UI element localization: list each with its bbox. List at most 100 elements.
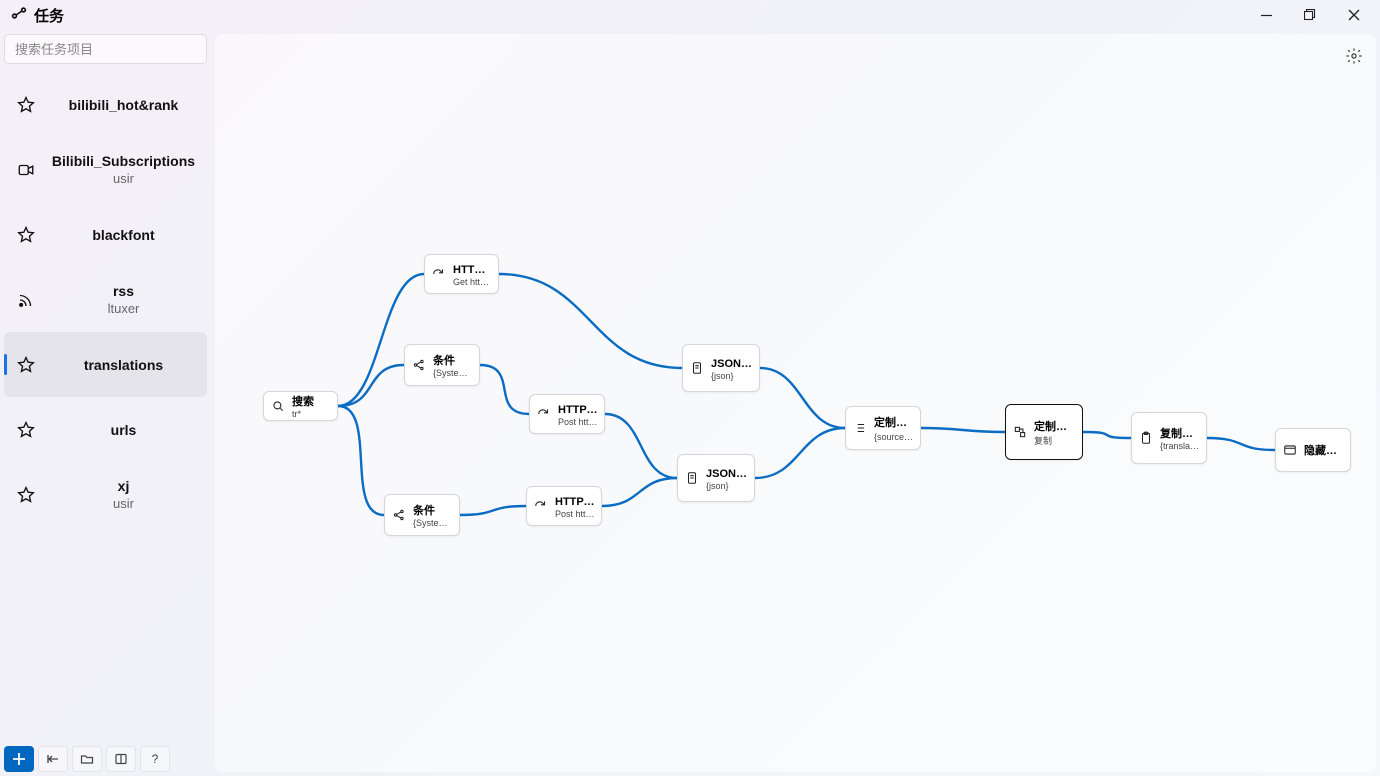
node-cond2[interactable]: 条件 {System.Text.En — [384, 494, 460, 536]
titlebar-left: 任务 — [4, 4, 64, 27]
arrow-redo-icon — [536, 406, 552, 422]
custom-icon — [1012, 424, 1028, 440]
node-title: JSON 处理 — [706, 465, 748, 481]
task-subtitle: usir — [48, 496, 199, 511]
sidebar-item-1[interactable]: Bilibili_Subscriptions usir — [4, 137, 207, 202]
star-icon — [12, 486, 40, 504]
search-icon — [270, 398, 286, 414]
task-title: xj — [48, 478, 199, 494]
node-subtitle: Post http://159. — [558, 417, 598, 427]
task-text: rss ltuxer — [48, 283, 199, 316]
star-icon — [12, 96, 40, 114]
app-icon — [10, 4, 28, 27]
app-title: 任务 — [34, 5, 64, 26]
node-text: 隐藏窗口 — [1304, 442, 1344, 458]
task-text: Bilibili_Subscriptions usir — [48, 153, 199, 186]
node-text: JSON 处理 {json} — [706, 465, 748, 491]
task-title: Bilibili_Subscriptions — [48, 153, 199, 169]
node-subtitle: {json} — [711, 371, 753, 381]
node-hide[interactable]: 隐藏窗口 — [1275, 428, 1351, 472]
bottom-toolbar: ? — [0, 744, 211, 776]
node-subtitle: {json} — [706, 481, 748, 491]
node-subtitle: 复制 — [1034, 434, 1076, 447]
task-text: translations — [48, 357, 199, 373]
node-custres[interactable]: 定制结果 {source}：{trans — [845, 406, 921, 450]
node-title: 定制结果 — [874, 414, 914, 430]
node-text: 搜索 tr* — [292, 393, 314, 419]
share-icon — [391, 507, 407, 523]
open-folder-button[interactable] — [72, 746, 102, 772]
node-title: HTTP 动作 — [453, 261, 492, 277]
share-icon — [411, 357, 427, 373]
node-json1[interactable]: JSON 处理 {json} — [682, 344, 760, 392]
node-text: 复制文本 {translatedResu — [1160, 425, 1200, 451]
task-title: translations — [48, 357, 199, 373]
node-cond1[interactable]: 条件 {System.Text.En — [404, 344, 480, 386]
task-title: rss — [48, 283, 199, 299]
sidebar-item-3[interactable]: rss ltuxer — [4, 267, 207, 332]
node-copy[interactable]: 复制文本 {translatedResu — [1131, 412, 1207, 464]
node-text: HTTP 动作 Post http://159. — [555, 493, 595, 519]
task-text: bilibili_hot&rank — [48, 97, 199, 113]
node-custact[interactable]: 定制动作 复制 — [1005, 404, 1083, 460]
task-text: blackfont — [48, 227, 199, 243]
search-input[interactable] — [4, 34, 207, 64]
task-text: urls — [48, 422, 199, 438]
doc-icon — [684, 470, 700, 486]
sidebar-item-0[interactable]: bilibili_hot&rank — [4, 72, 207, 137]
star-icon — [12, 421, 40, 439]
node-subtitle: {System.Text.En — [433, 368, 473, 378]
list-icon — [852, 420, 868, 436]
import-button[interactable] — [38, 746, 68, 772]
node-title: 定制动作 — [1034, 418, 1076, 434]
node-search[interactable]: 搜索 tr* — [263, 391, 338, 421]
node-title: JSON 处理 — [711, 355, 753, 371]
task-title: urls — [48, 422, 199, 438]
add-task-button[interactable] — [4, 746, 34, 772]
task-title: bilibili_hot&rank — [48, 97, 199, 113]
node-text: JSON 处理 {json} — [711, 355, 753, 381]
settings-button[interactable] — [1340, 42, 1368, 70]
node-http1[interactable]: HTTP 动作 Get https://fany — [424, 254, 499, 294]
sidebar-item-5[interactable]: urls — [4, 397, 207, 462]
star-icon — [12, 356, 40, 374]
clipboard-icon — [1138, 430, 1154, 446]
node-subtitle: Post http://159. — [555, 509, 595, 519]
node-title: 搜索 — [292, 393, 314, 409]
node-subtitle: tr* — [292, 409, 314, 419]
node-title: HTTP 动作 — [558, 401, 598, 417]
task-title: blackfont — [48, 227, 199, 243]
node-text: 定制动作 复制 — [1034, 418, 1076, 447]
sidebar-item-2[interactable]: blackfont — [4, 202, 207, 267]
close-button[interactable] — [1332, 0, 1376, 30]
help-button[interactable]: ? — [140, 746, 170, 772]
node-title: 条件 — [433, 352, 473, 368]
sidebar-item-6[interactable]: xj usir — [4, 462, 207, 527]
task-text: xj usir — [48, 478, 199, 511]
star-icon — [12, 226, 40, 244]
task-subtitle: usir — [48, 171, 199, 186]
titlebar: 任务 — [0, 0, 1380, 30]
window-icon — [1282, 442, 1298, 458]
node-text: HTTP 动作 Post http://159. — [558, 401, 598, 427]
task-subtitle: ltuxer — [48, 301, 199, 316]
node-text: 定制结果 {source}：{trans — [874, 414, 914, 443]
node-subtitle: Get https://fany — [453, 277, 492, 287]
node-http3[interactable]: HTTP 动作 Post http://159. — [526, 486, 602, 526]
node-subtitle: {translatedResu — [1160, 441, 1200, 451]
node-json2[interactable]: JSON 处理 {json} — [677, 454, 755, 502]
node-title: 复制文本 — [1160, 425, 1200, 441]
node-http2[interactable]: HTTP 动作 Post http://159. — [529, 394, 605, 434]
library-button[interactable] — [106, 746, 136, 772]
minimize-button[interactable] — [1244, 0, 1288, 30]
node-subtitle: {System.Text.En — [413, 518, 453, 528]
sidebar-item-4[interactable]: translations — [4, 332, 207, 397]
maximize-button[interactable] — [1288, 0, 1332, 30]
node-title: HTTP 动作 — [555, 493, 595, 509]
node-text: 条件 {System.Text.En — [413, 502, 453, 528]
arrow-redo-icon — [533, 498, 549, 514]
arrow-redo-icon — [431, 266, 447, 282]
graph-canvas[interactable]: 搜索 tr* HTTP 动作 Get https://fany 条件 {Syst… — [215, 34, 1376, 772]
window-controls — [1244, 0, 1376, 30]
rss-icon — [12, 291, 40, 309]
